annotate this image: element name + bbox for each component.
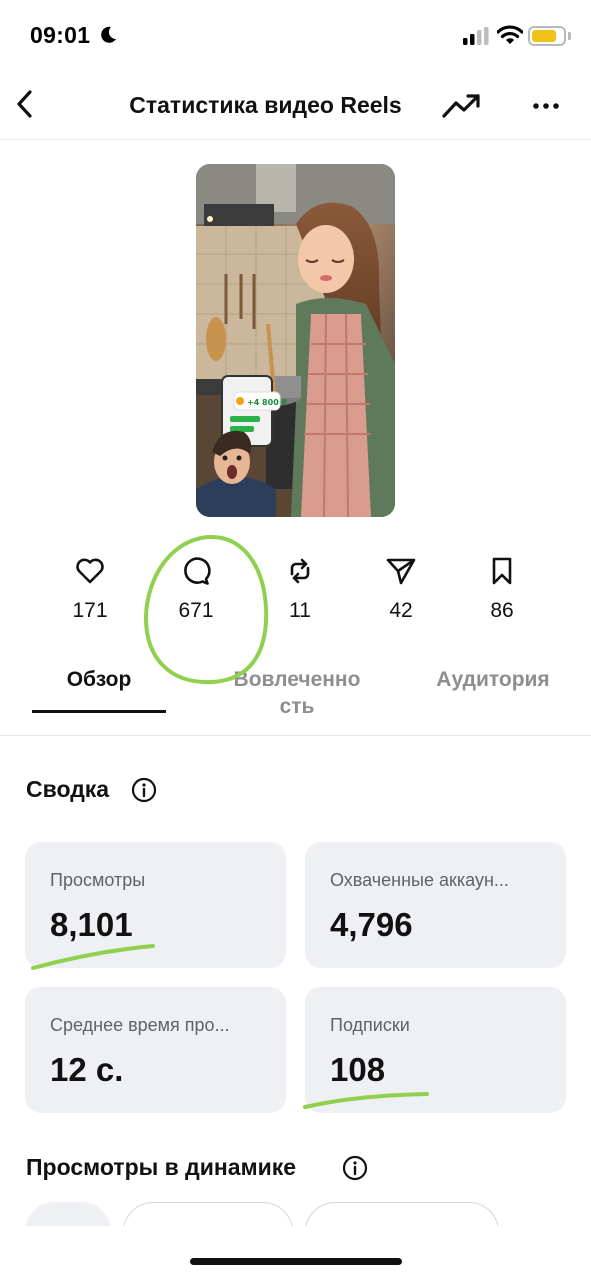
info-icon[interactable] <box>131 777 157 803</box>
battery-nub <box>568 32 571 40</box>
metric-reposts[interactable]: 11 <box>255 555 345 623</box>
info-icon[interactable] <box>342 1155 368 1181</box>
nav-bar: Статистика видео Reels <box>0 72 591 140</box>
metric-likes[interactable]: 171 <box>45 555 135 623</box>
page-title: Статистика видео Reels <box>0 92 591 119</box>
tab-engagement[interactable]: Вовлеченно сть <box>212 666 382 720</box>
card-follows-value: 108 <box>330 1051 386 1088</box>
svg-text:+4 800 ₽: +4 800 ₽ <box>247 398 288 407</box>
metric-shares[interactable]: 42 <box>356 555 446 623</box>
tab-engagement-line2: сть <box>279 695 315 718</box>
home-indicator <box>190 1258 402 1265</box>
card-follows[interactable]: Подписки 108 <box>305 987 566 1113</box>
wifi-icon <box>497 25 523 44</box>
summary-title: Сводка <box>26 776 110 802</box>
status-bar: 09:01 <box>0 0 591 72</box>
reel-metrics: 171 671 11 42 86 <box>0 555 591 635</box>
status-time: 09:01 <box>30 22 91 48</box>
stats-tabs: Обзор Вовлеченно сть Аудитория <box>0 660 591 736</box>
reposts-count: 11 <box>289 599 311 622</box>
bottom-fade <box>0 1226 591 1280</box>
card-reach[interactable]: Охваченные аккаун... 4,796 <box>305 842 566 968</box>
battery-level <box>532 30 556 42</box>
card-views[interactable]: Просмотры 8,101 <box>25 842 286 968</box>
tab-active-indicator <box>32 710 166 713</box>
more-horizontal-icon[interactable] <box>526 88 566 124</box>
page-title-text: Статистика видео Reels <box>129 92 402 118</box>
card-views-label: Просмотры <box>50 870 146 890</box>
tab-overview[interactable]: Обзор <box>32 666 166 693</box>
trending-up-icon[interactable] <box>440 88 484 124</box>
saves-count: 86 <box>490 599 514 622</box>
shares-count: 42 <box>389 599 413 622</box>
heart-icon <box>76 558 104 584</box>
card-avg-time[interactable]: Среднее время про... 12 с. <box>25 987 286 1113</box>
card-views-value: 8,101 <box>50 906 133 943</box>
comment-icon <box>184 557 211 585</box>
card-avg-time-value: 12 с. <box>50 1051 124 1088</box>
metric-comments[interactable]: 671 <box>151 555 241 623</box>
card-reach-value: 4,796 <box>330 906 413 943</box>
repost-icon <box>290 558 310 584</box>
likes-count: 171 <box>72 599 108 622</box>
moon-icon <box>101 26 116 43</box>
card-follows-label: Подписки <box>330 1015 410 1035</box>
metric-saves[interactable]: 86 <box>457 555 547 623</box>
send-icon <box>386 558 416 585</box>
card-avg-time-label: Среднее время про... <box>50 1015 230 1035</box>
card-reach-label: Охваченные аккаун... <box>330 870 509 890</box>
tab-engagement-line1: Вовлеченно <box>233 668 361 691</box>
comments-count: 671 <box>178 599 214 622</box>
bookmark-icon <box>492 557 512 585</box>
cellular-signal-icon <box>463 27 489 45</box>
views-dynamics-title: Просмотры в динамике <box>26 1154 297 1180</box>
reel-thumbnail[interactable]: +4 800 ₽ <box>196 164 395 517</box>
battery-icon <box>528 26 566 46</box>
tab-audience[interactable]: Аудитория <box>420 666 566 693</box>
